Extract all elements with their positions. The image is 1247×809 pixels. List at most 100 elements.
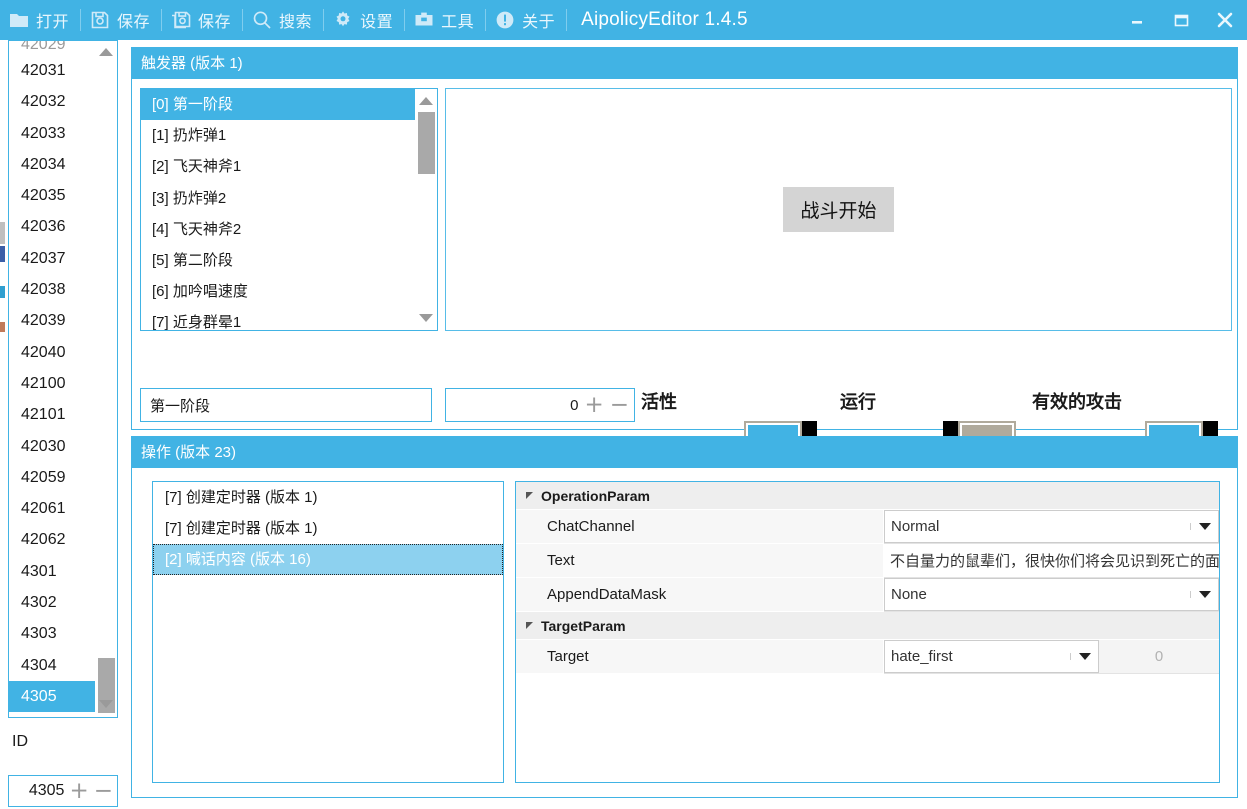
triggers-panel-header: 触发器 (版本 1) (132, 48, 1237, 79)
toolbar-label-tools: 工具 (441, 8, 474, 32)
property-value-cell: Normal (884, 510, 1219, 544)
sidebar-id-plus-button[interactable]: + (69, 780, 88, 803)
property-grid[interactable]: OperationParam ChatChannel Normal Text不自量力的… (515, 481, 1220, 783)
toolbar-button-search[interactable]: 搜索 (243, 0, 323, 40)
property-grid-rows: OperationParam ChatChannel Normal Text不自量力的… (516, 482, 1219, 674)
toolbar-label-open: 打开 (36, 8, 69, 32)
trigger-list-item[interactable]: [6] 加吟唱速度 (141, 276, 437, 307)
name-input-value[interactable]: 第一阶段 (150, 395, 210, 416)
property-dropdown[interactable]: None (884, 578, 1219, 611)
maximize-button[interactable] (1159, 0, 1203, 40)
trigger-list[interactable]: [0] 第一阶段[1] 扔炸弹1[2] 飞天神斧1[3] 扔炸弹2[4] 飞天神… (140, 88, 438, 331)
sidebar-id-minus-button[interactable]: − (94, 780, 113, 803)
trigger-list-scrollbar[interactable] (415, 89, 437, 330)
scrollbar-thumb[interactable] (418, 112, 435, 174)
scroll-up-arrow[interactable] (415, 90, 437, 112)
folder-open-icon (8, 9, 30, 31)
chevron-down-icon[interactable] (1190, 591, 1218, 598)
save-as-icon (170, 9, 192, 31)
toggle-title-active: 活性 (641, 388, 677, 414)
operations-panel-header: 操作 (版本 23) (132, 437, 1237, 468)
id-list-scrollbar[interactable] (95, 41, 117, 717)
minimize-icon (1127, 10, 1147, 30)
chevron-down-icon[interactable] (1190, 523, 1218, 530)
operation-list[interactable]: [7] 创建定时器 (版本 1)[7] 创建定时器 (版本 1)[2] 喊话内容… (152, 481, 504, 783)
property-name: Target (516, 640, 884, 674)
background-window-fragment (0, 322, 5, 332)
property-category-label: OperationParam (541, 488, 650, 504)
toolbar-button-open[interactable]: 打开 (0, 0, 80, 40)
property-value-cell: hate_first 0 (884, 640, 1219, 674)
property-category-header[interactable]: OperationParam (516, 482, 1219, 510)
scroll-down-arrow[interactable] (95, 693, 117, 715)
trigger-graph-canvas[interactable]: 战斗开始 (445, 88, 1232, 331)
scroll-down-arrow[interactable] (415, 307, 437, 329)
collapse-triangle-icon[interactable] (526, 492, 533, 499)
graph-node-battle-start[interactable]: 战斗开始 (783, 187, 893, 232)
property-text-input[interactable]: 不自量力的鼠辈们，很快你们将会见识到死亡的面 (884, 544, 1219, 577)
toolbar-button-tools[interactable]: 工具 (405, 0, 485, 40)
collapse-triangle-icon[interactable] (526, 622, 533, 629)
background-window-fragment (0, 222, 5, 244)
trigger-list-item[interactable]: [2] 飞天神斧1 (141, 151, 437, 182)
property-category-header[interactable]: TargetParam (516, 612, 1219, 640)
property-dropdown-value: hate_first (891, 648, 1070, 665)
background-window-fragment (0, 286, 5, 298)
property-dropdown[interactable]: hate_first (884, 640, 1099, 673)
property-extra-value[interactable]: 0 (1099, 640, 1219, 673)
toolbar-label-settings: 设置 (360, 8, 393, 32)
trigger-list-item[interactable]: [1] 扔炸弹1 (141, 120, 437, 151)
main-toolbar: 打开 保存 保存 搜索 (0, 0, 1247, 40)
toggle-title-running: 运行 (840, 388, 876, 414)
scroll-up-arrow[interactable] (95, 41, 117, 63)
toolbar-button-about[interactable]: 关于 (486, 0, 566, 40)
maximize-icon (1171, 10, 1191, 30)
close-icon (1214, 9, 1236, 31)
chevron-down-icon[interactable] (1070, 653, 1098, 660)
property-category-label: TargetParam (541, 618, 626, 634)
property-row: ChatChannel Normal (516, 510, 1219, 544)
operation-list-rows: [7] 创建定时器 (版本 1)[7] 创建定时器 (版本 1)[2] 喊话内容… (153, 482, 503, 575)
save-icon (89, 9, 111, 31)
toolbar-label-about: 关于 (522, 8, 555, 32)
sidebar-id-spinner[interactable]: 4305 + − (8, 775, 118, 807)
property-name: AppendDataMask (516, 578, 884, 612)
trigger-list-rows: [0] 第一阶段[1] 扔炸弹1[2] 飞天神斧1[3] 扔炸弹2[4] 飞天神… (141, 89, 437, 331)
name-input[interactable]: 第一阶段 (140, 388, 432, 422)
property-dropdown[interactable]: Normal (884, 510, 1219, 543)
property-name: ChatChannel (516, 510, 884, 544)
property-row: Target hate_first 0 (516, 640, 1219, 674)
property-value-cell: 不自量力的鼠辈们，很快你们将会见识到死亡的面 (884, 544, 1219, 578)
property-dropdown-value: Normal (891, 518, 1190, 535)
sidebar-id-value[interactable]: 4305 (29, 782, 65, 800)
trigger-id-plus-button[interactable]: + (584, 394, 603, 417)
id-list[interactable]: 42029 4203142032420334203442035420364203… (8, 40, 118, 718)
trigger-list-item[interactable]: [5] 第二阶段 (141, 245, 437, 276)
toolbar-label-save: 保存 (117, 8, 150, 32)
close-button[interactable] (1203, 0, 1247, 40)
minimize-button[interactable] (1115, 0, 1159, 40)
trigger-list-item[interactable]: [4] 飞天神斧2 (141, 214, 437, 245)
operation-list-item[interactable]: [7] 创建定时器 (版本 1) (153, 513, 503, 544)
property-row: AppendDataMaskNone (516, 578, 1219, 612)
toggle-title-valid-attack: 有效的攻击 (1032, 388, 1122, 414)
toolbar-label-save-as: 保存 (198, 8, 231, 32)
property-name: Text (516, 544, 884, 578)
toolbar-button-settings[interactable]: 设置 (324, 0, 404, 40)
trigger-list-item[interactable]: [3] 扔炸弹2 (141, 183, 437, 214)
toolbar-button-save[interactable]: 保存 (81, 0, 161, 40)
triggers-panel: 触发器 (版本 1) [0] 第一阶段[1] 扔炸弹1[2] 飞天神斧1[3] … (131, 47, 1238, 430)
search-icon (251, 9, 273, 31)
trigger-id-minus-button[interactable]: − (610, 394, 629, 417)
trigger-list-item[interactable]: [0] 第一阶段 (141, 89, 437, 120)
trigger-list-item[interactable]: [7] 近身群晕1 (141, 307, 437, 331)
trigger-id-value[interactable]: 0 (570, 397, 578, 414)
sidebar-id-label: ID (12, 733, 28, 751)
info-icon (494, 9, 516, 31)
toolbar-button-save-as[interactable]: 保存 (162, 0, 242, 40)
operation-list-item[interactable]: [7] 创建定时器 (版本 1) (153, 482, 503, 513)
trigger-id-spinner[interactable]: 0 + − (445, 388, 635, 422)
operation-list-item[interactable]: [2] 喊话内容 (版本 16) (153, 544, 503, 575)
toolbar-label-search: 搜索 (279, 8, 312, 32)
property-row: Text不自量力的鼠辈们，很快你们将会见识到死亡的面 (516, 544, 1219, 578)
